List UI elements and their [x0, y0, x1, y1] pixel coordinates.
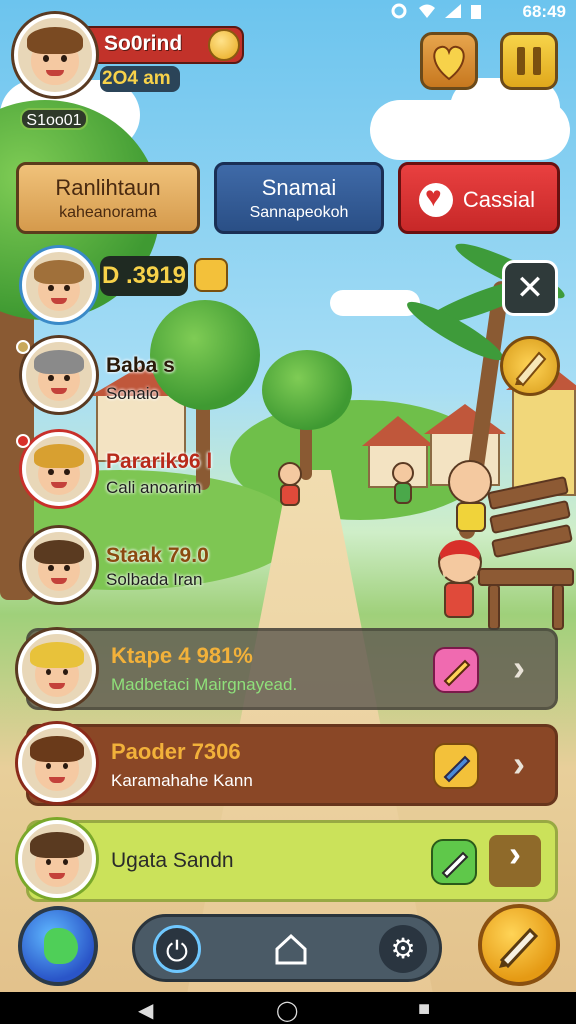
row-action-button[interactable]	[433, 743, 479, 789]
row-title: Paoder 7306	[111, 739, 241, 764]
smiley-badge-icon	[194, 258, 228, 292]
chevron-right-icon[interactable]: ›	[499, 745, 539, 785]
wand-icon	[443, 755, 471, 783]
signal-icon	[445, 4, 461, 18]
recents-icon[interactable]: ■	[418, 998, 430, 1021]
row-description: Madbetaci Mairgnayead.	[111, 675, 298, 694]
tab-title: Ranlihtaun	[55, 175, 161, 200]
system-nav-bar: ◀ ◯ ■	[0, 992, 576, 1024]
tab-title: Snamai	[261, 175, 337, 200]
wand-icon	[443, 659, 471, 687]
friend-avatar[interactable]	[22, 432, 96, 506]
tab-subtitle: kaheanorama	[59, 204, 157, 221]
pause-icon	[517, 47, 541, 75]
wifi-icon	[419, 4, 435, 18]
tool-button[interactable]	[500, 336, 560, 396]
row-title: Ktape 4 981%	[111, 643, 253, 668]
friend-avatar[interactable]	[22, 528, 96, 602]
friend-subtitle: Cali anoarim	[106, 478, 202, 497]
status-time: 68:49	[522, 2, 566, 21]
level-tag: S1oo01	[20, 108, 88, 130]
row-title: Ugata Sandn	[111, 849, 234, 872]
tab-cassial[interactable]: Cassial	[398, 162, 560, 234]
row-avatar	[18, 630, 96, 708]
row-action-button[interactable]	[433, 647, 479, 693]
list-item[interactable]: Ugata Sandn ›	[26, 820, 558, 902]
close-icon: ✕	[515, 269, 545, 307]
pencil-tool-icon	[515, 351, 547, 387]
friend-name: Pararik96 l	[106, 450, 213, 473]
battery-icon	[471, 5, 481, 19]
shield-heart-icon	[433, 45, 465, 81]
row-action-button[interactable]	[431, 839, 477, 885]
chevron-right-icon[interactable]: ›	[499, 649, 539, 689]
friend-score: D .3919	[100, 256, 188, 296]
status-dot	[16, 434, 30, 448]
gear-icon: ⚙	[390, 933, 416, 964]
player-avatar[interactable]	[14, 14, 96, 96]
friend-name: Staak 79.0	[106, 544, 209, 567]
heart-icon	[419, 181, 453, 217]
tab-subtitle: Sannapeokoh	[249, 204, 349, 221]
pencil-icon	[441, 851, 469, 879]
power-button[interactable]: ⏻	[153, 925, 201, 973]
back-icon[interactable]: ◀	[138, 998, 153, 1023]
friend-subtitle: Solbada Iran	[106, 570, 203, 589]
list-item[interactable]: Ktape 4 981% Madbetaci Mairgnayead. ›	[26, 628, 558, 710]
home-circle-icon[interactable]: ◯	[276, 998, 298, 1023]
status-bar: 68:49	[0, 0, 576, 24]
tab-ranlihtaun[interactable]: Ranlihtaun kaheanorama	[16, 162, 200, 234]
home-button[interactable]	[267, 925, 315, 973]
game-nav-bar: ⏻ ⚙	[132, 914, 442, 982]
friend-name: Baba s	[106, 354, 175, 377]
friend-avatar[interactable]	[22, 338, 96, 412]
player-name: So0rind	[104, 32, 183, 55]
status-dot	[16, 340, 30, 354]
shield-heart-button[interactable]	[420, 32, 478, 90]
list-item[interactable]: Paoder 7306 Karamahahe Kann ›	[26, 724, 558, 806]
row-avatar	[18, 724, 96, 802]
power-icon: ⏻	[165, 936, 189, 967]
chevron-right-icon[interactable]: ›	[489, 835, 541, 887]
close-button[interactable]: ✕	[502, 260, 558, 316]
pencil-icon	[499, 927, 539, 969]
player-subtitle: 2O4 am	[100, 66, 180, 92]
settings-button[interactable]: ⚙	[379, 925, 427, 973]
friend-subtitle: Sonaio	[106, 384, 159, 403]
pause-button[interactable]	[500, 32, 558, 90]
row-description: Karamahahe Kann	[111, 771, 253, 790]
home-icon	[275, 933, 307, 965]
tab-snamai[interactable]: Snamai Sannapeokoh	[214, 162, 384, 234]
row-avatar	[18, 820, 96, 898]
friend-avatar[interactable]	[22, 248, 96, 322]
pencil-button[interactable]	[478, 904, 560, 986]
globe-button[interactable]	[18, 906, 98, 986]
coin-icon[interactable]	[208, 29, 240, 61]
settings-status-icon	[391, 3, 407, 19]
